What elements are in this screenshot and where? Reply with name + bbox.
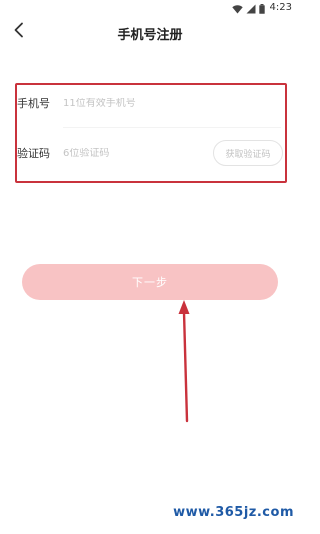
code-input[interactable]: [63, 147, 203, 159]
phone-label: 手机号: [17, 97, 50, 110]
register-form: 手机号 验证码 获取验证码: [15, 83, 287, 183]
next-button[interactable]: 下一步: [22, 264, 278, 300]
phone-row: 手机号: [17, 85, 285, 121]
wifi-icon: [231, 0, 243, 18]
row-divider: [63, 127, 281, 128]
battery-icon: [258, 0, 265, 18]
status-bar: 4:23: [0, 0, 300, 16]
signal-icon: [246, 0, 256, 18]
status-time: 4:23: [269, 2, 292, 13]
code-row: 验证码 获取验证码: [17, 135, 285, 171]
watermark: www.365jz.com: [173, 505, 294, 520]
code-label: 验证码: [17, 147, 50, 160]
header: 手机号注册: [0, 16, 300, 50]
status-icons: 4:23: [231, 2, 292, 14]
page-title: 手机号注册: [117, 28, 183, 43]
phone-register-screen: 4:23 手机号注册 手机号 验证码 获取验证码 下一步: [0, 0, 300, 534]
phone-input[interactable]: [63, 97, 203, 109]
get-code-button[interactable]: 获取验证码: [213, 140, 283, 166]
